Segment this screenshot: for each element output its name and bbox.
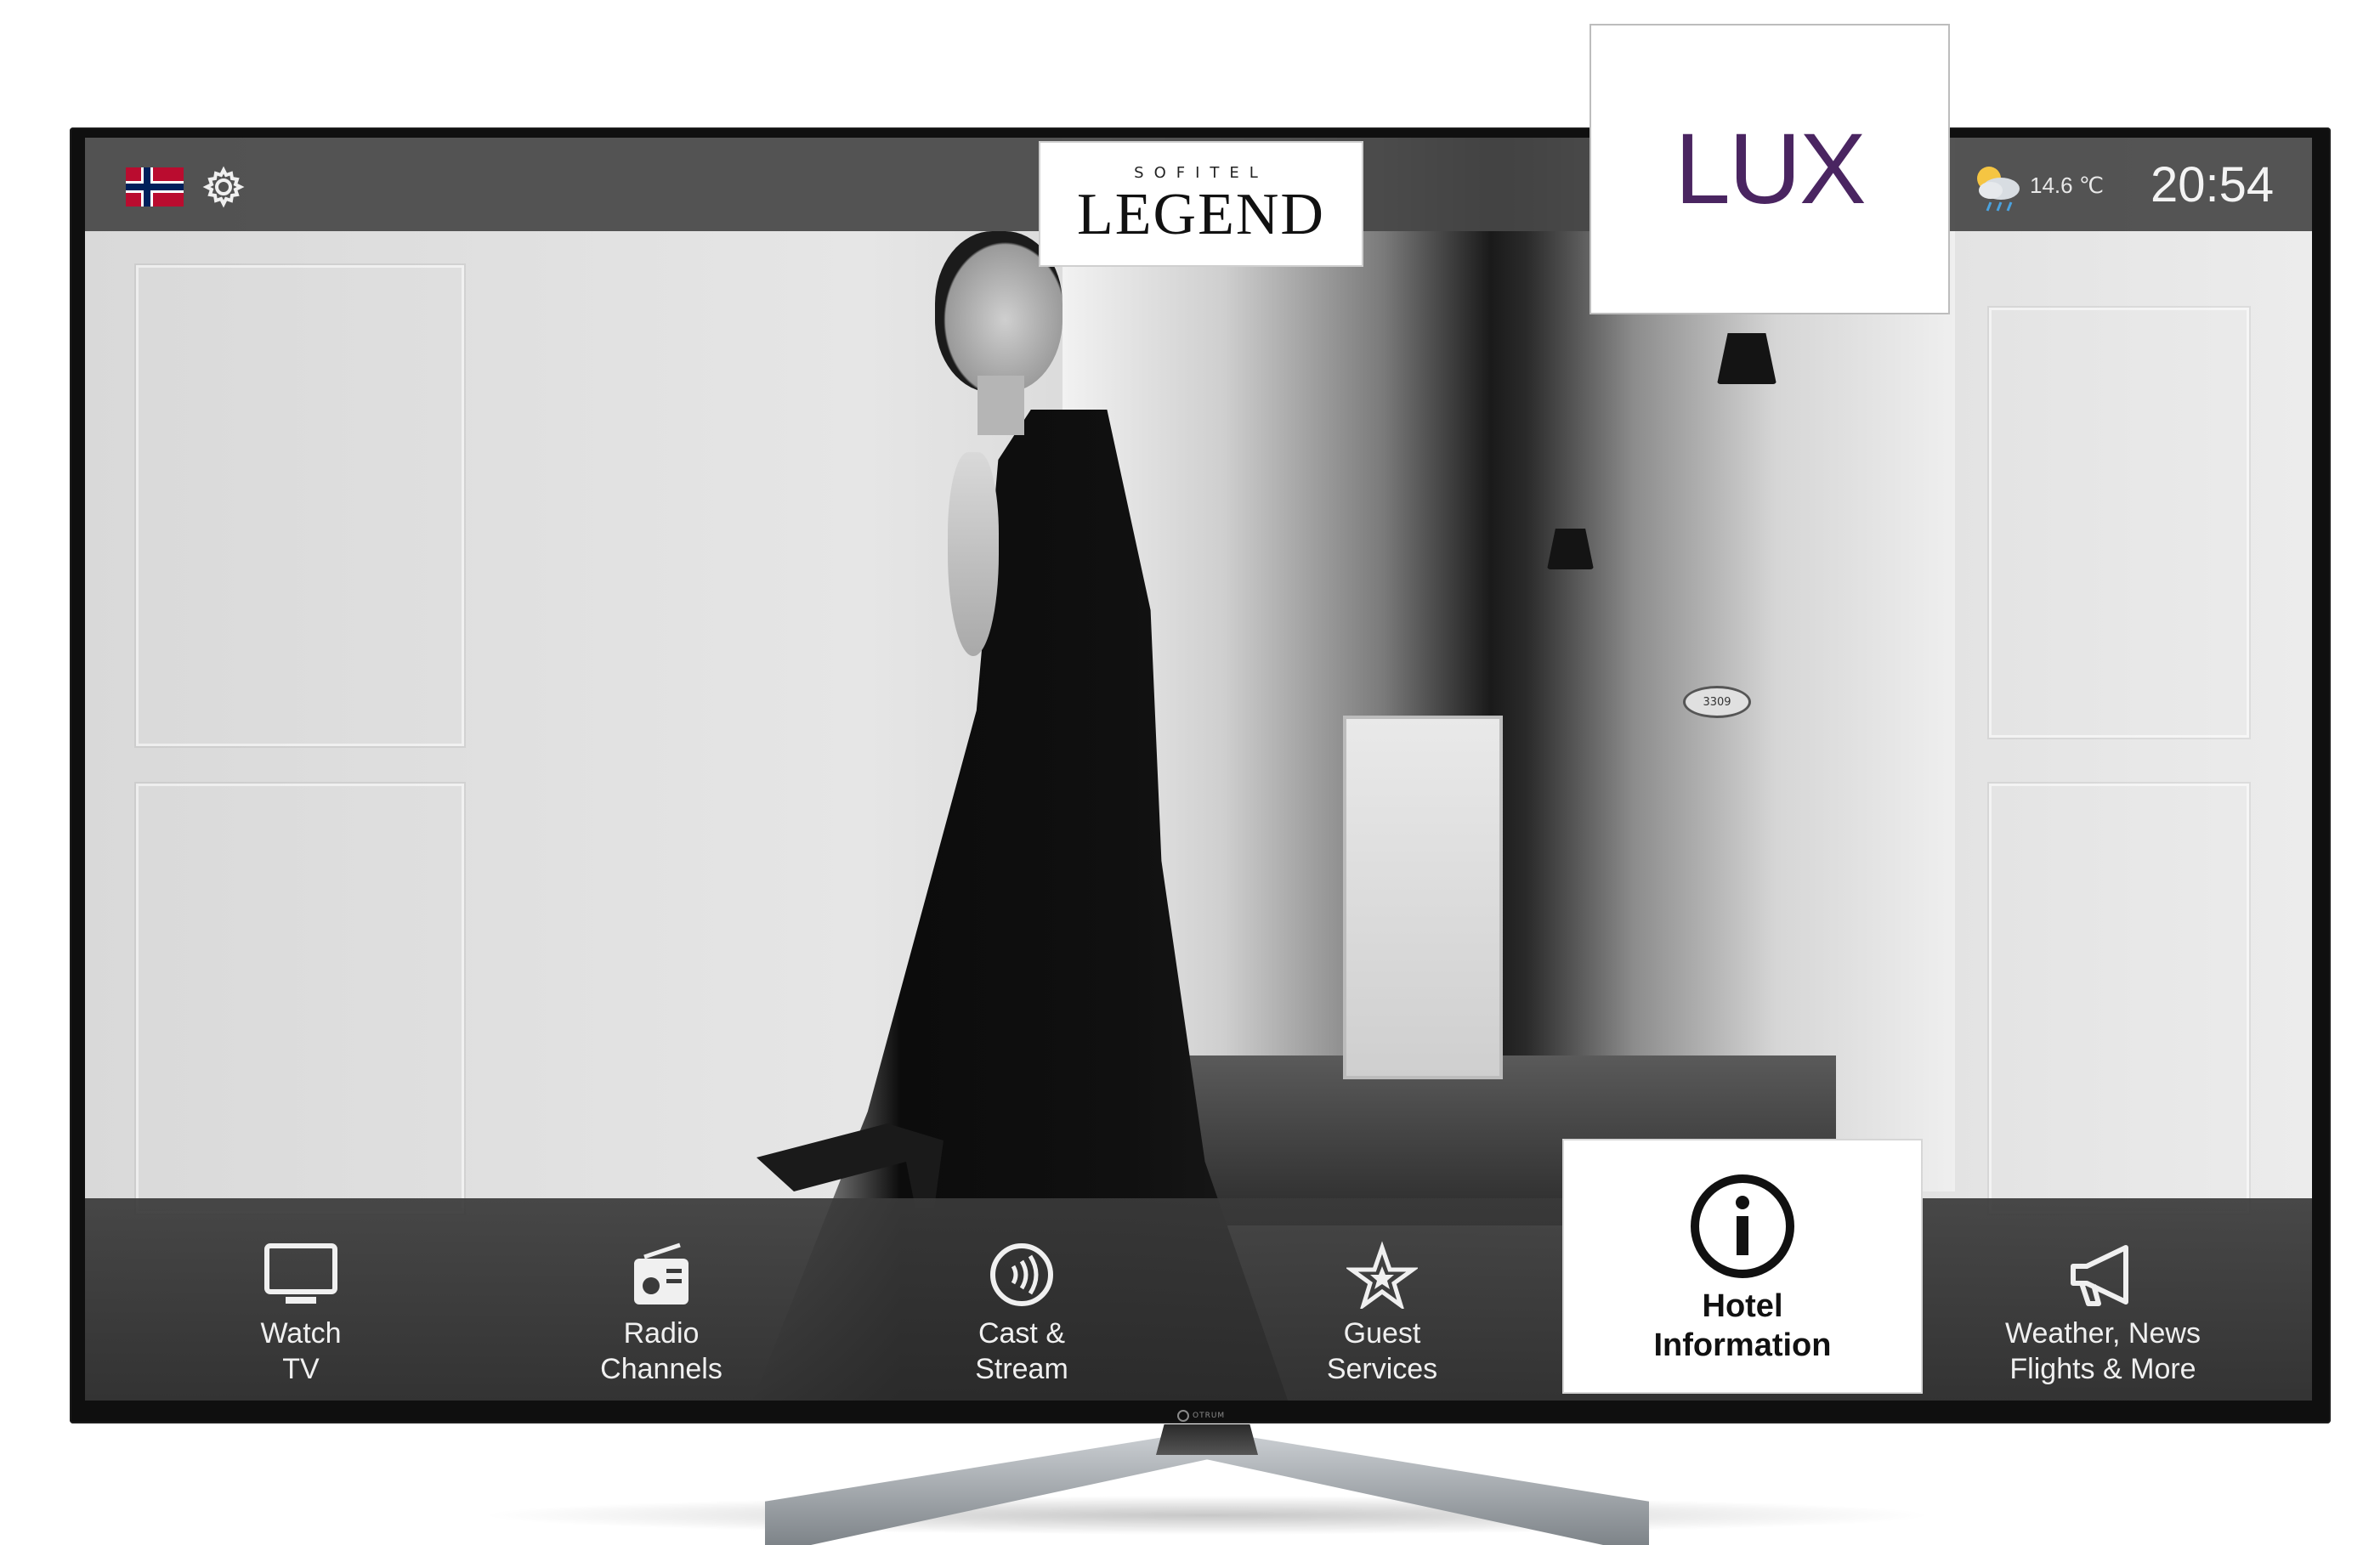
menu-tile-label-line1: Hotel — [1702, 1288, 1783, 1324]
menu-tile-label-line2: Channels — [600, 1353, 722, 1385]
language-flag-icon[interactable] — [126, 167, 184, 207]
gear-icon[interactable] — [202, 166, 245, 208]
menu-tile-label-line1: Weather, News — [2005, 1317, 2201, 1350]
menu-tile-label-line1: Cast & — [978, 1317, 1066, 1350]
partly-cloudy-rain-icon — [1970, 161, 2025, 212]
menu-tile-label-line2: Information — [1653, 1327, 1832, 1363]
menu-tile-hotel-information[interactable]: Hotel Information — [1562, 1139, 1923, 1394]
tv-stand-neck — [1156, 1424, 1258, 1455]
lux-logo: LUX — [1590, 24, 1950, 314]
wall-panel — [1989, 308, 2249, 738]
wall-panel — [136, 265, 464, 746]
brand-ring-icon — [1177, 1410, 1189, 1422]
tv-icon — [264, 1239, 338, 1310]
lux-logo-text: LUX — [1674, 113, 1867, 225]
clock: 20:54 — [2150, 157, 2275, 212]
woman-back — [948, 452, 999, 656]
menu-tile-radio-channels[interactable]: Radio Channels — [481, 1198, 842, 1401]
menu-tile-label-line1: Radio — [623, 1317, 700, 1350]
menu-tile-guest-services[interactable]: Guest Services — [1202, 1198, 1562, 1401]
star-services-icon — [1346, 1239, 1418, 1310]
tv-brand-mark: OTRUM — [1177, 1407, 1228, 1424]
wall-panel — [136, 784, 464, 1214]
radio-icon — [631, 1239, 692, 1310]
menu-tile-label-line1: Guest — [1343, 1317, 1421, 1350]
wall-panel — [1989, 784, 2249, 1214]
menu-tile-cast-stream[interactable]: Cast & Stream — [842, 1198, 1202, 1401]
menu-tile-label-line2: Services — [1326, 1353, 1438, 1385]
menu-tile-label-line2: Stream — [975, 1353, 1068, 1385]
logo-subtitle: SOFITEL — [1134, 163, 1268, 182]
menu-tile-label-line2: Flights & More — [2009, 1353, 2196, 1385]
tv-brand-label: OTRUM — [1193, 1412, 1226, 1420]
temperature-label: 14.6 ℃ — [2030, 173, 2105, 198]
info-icon — [1688, 1171, 1797, 1282]
menu-tile-label-line2: TV — [282, 1353, 320, 1385]
corridor-end-door — [1343, 716, 1503, 1079]
logo-title: LEGEND — [1077, 181, 1325, 247]
cast-icon — [988, 1239, 1056, 1310]
hotel-logo: SOFITEL LEGEND — [1039, 141, 1363, 267]
menu-tile-weather-news[interactable]: Weather, News Flights & More — [1923, 1198, 2283, 1401]
menu-tile-label-line1: Watch — [260, 1317, 342, 1350]
room-number-plaque: 3309 — [1683, 686, 1751, 718]
stand-shadow — [476, 1496, 1938, 1535]
woman-neck — [978, 376, 1024, 435]
megaphone-icon — [2066, 1239, 2139, 1310]
menu-tile-watch-tv[interactable]: Watch TV — [121, 1198, 481, 1401]
